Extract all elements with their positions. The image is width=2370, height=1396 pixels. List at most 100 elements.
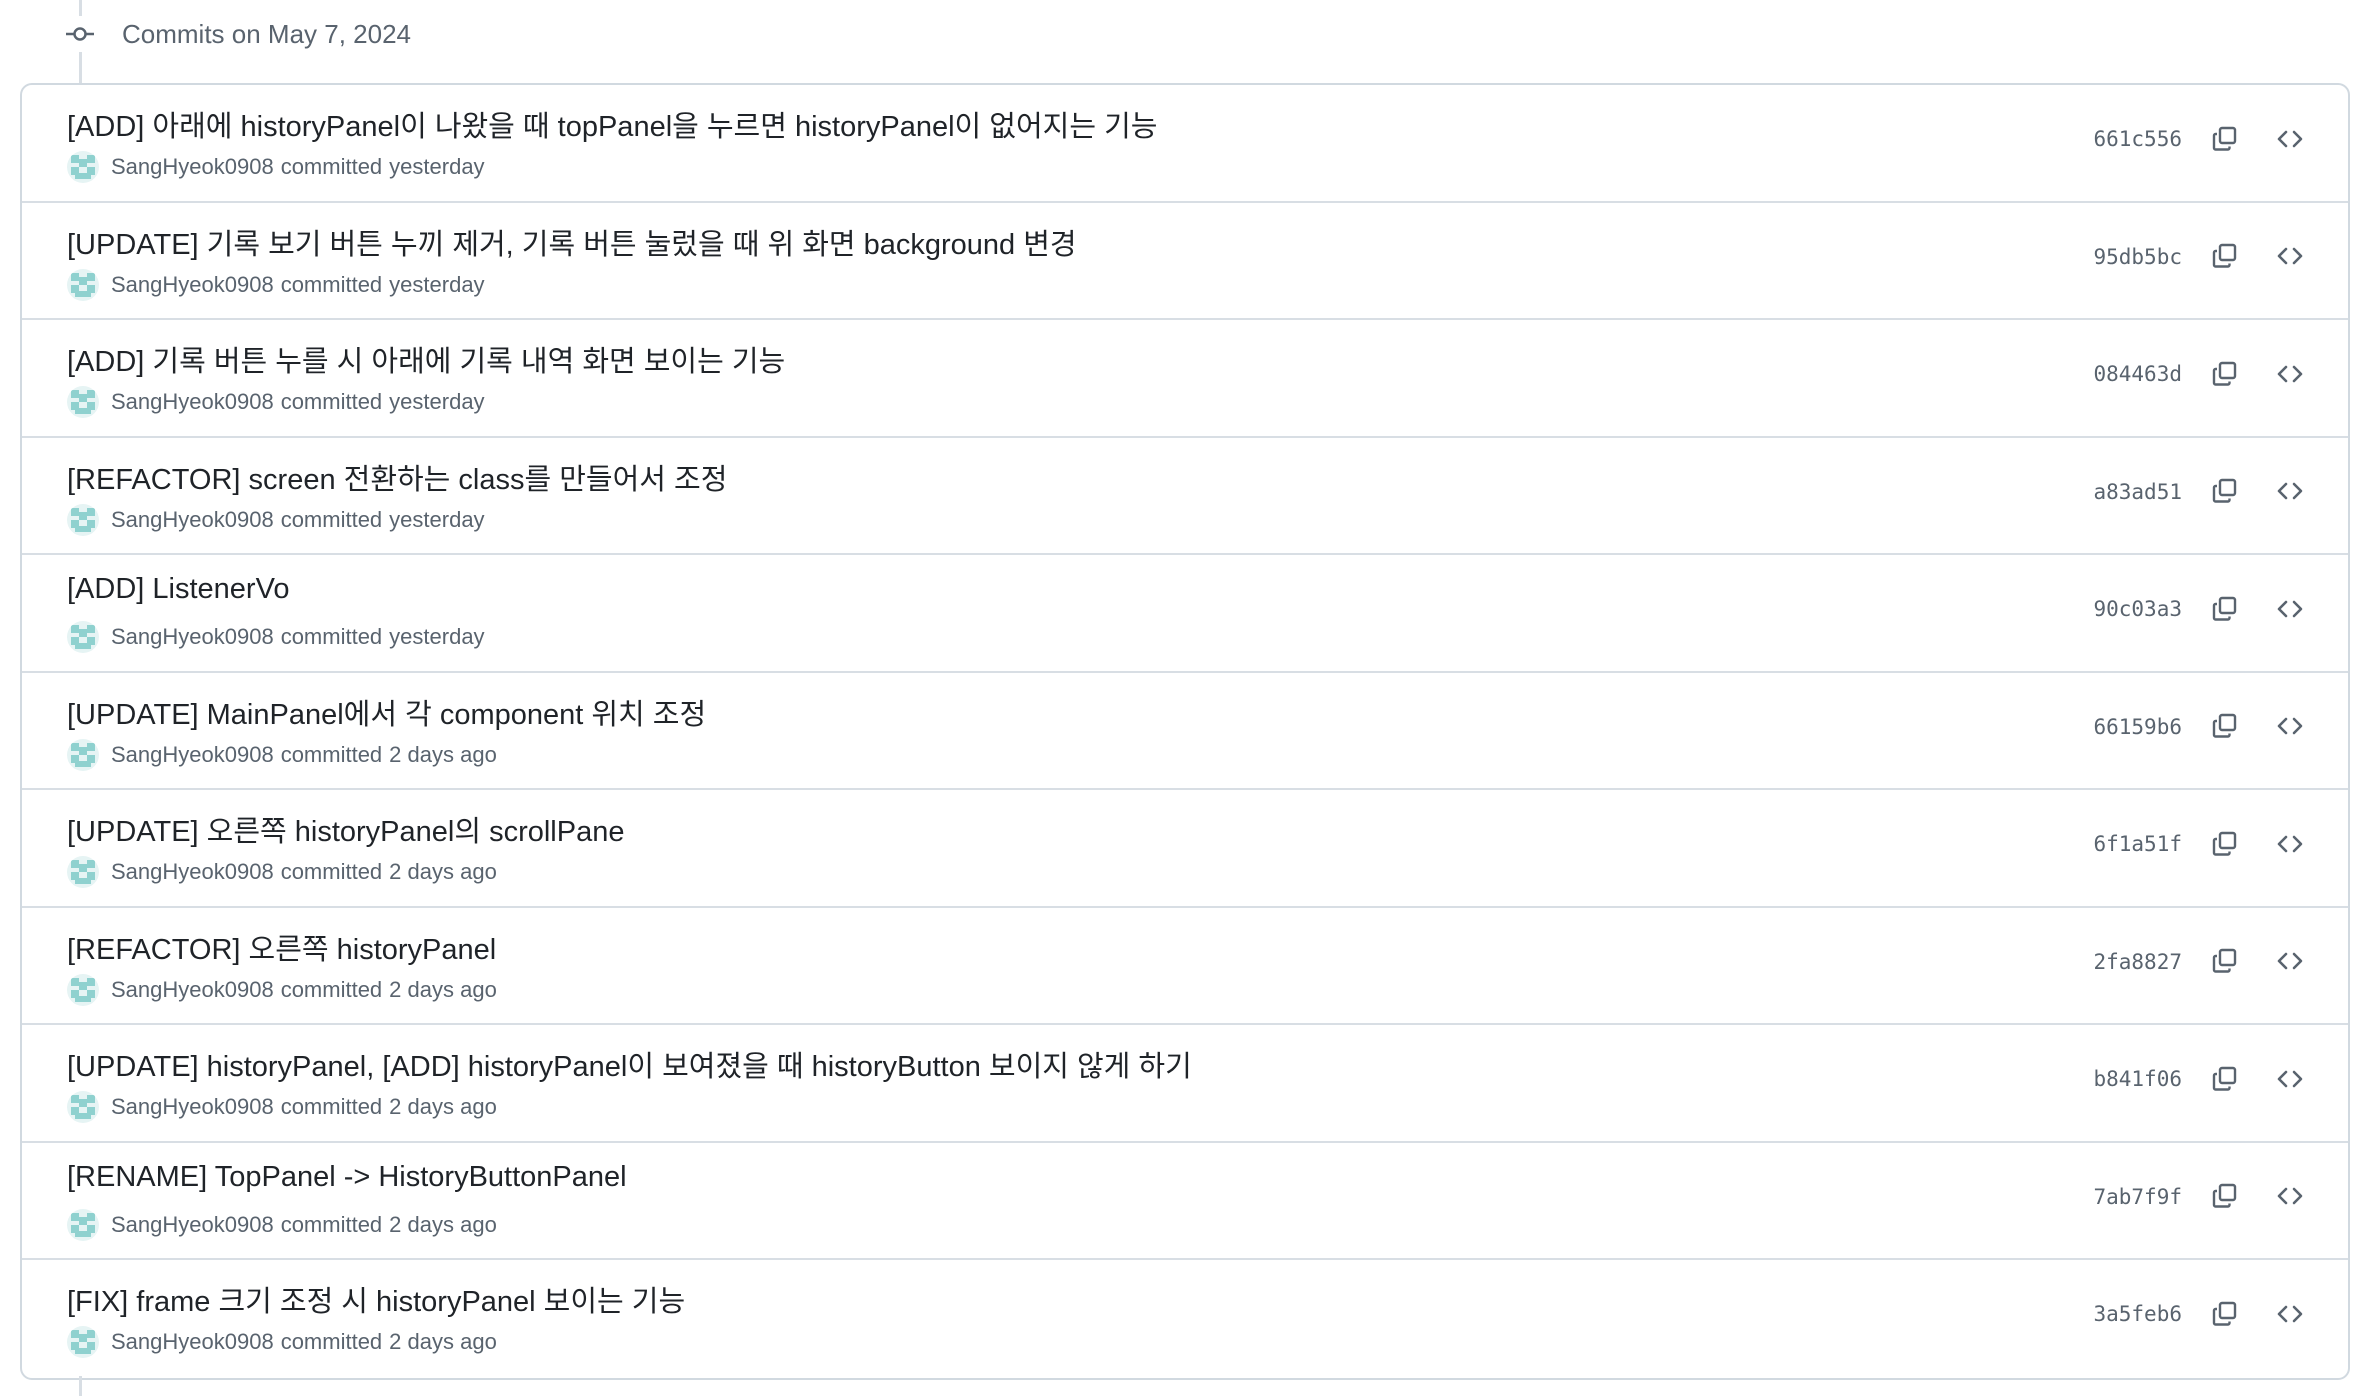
avatar[interactable] [67,268,99,301]
commit-sha-link[interactable]: 3a5feb6 [2093,1302,2182,1326]
commit-sha-link[interactable]: 90c03a3 [2093,597,2182,621]
commit-meta: SangHyeok0908 committed 2 days ago [67,1091,497,1123]
browse-repository-button[interactable] [2272,711,2308,747]
commit-sha-link[interactable]: a83ad51 [2093,480,2182,504]
commit-action-text: committed [280,741,383,767]
commit-meta: SangHyeok0908 committed yesterday [67,621,485,653]
author-link[interactable]: SangHyeok0908 [111,1329,274,1355]
copy-icon [2210,946,2240,981]
commit-title-link[interactable]: [REFACTOR] screen 전환하는 class를 만들어서 조정 [67,456,727,498]
avatar[interactable] [67,386,99,418]
commit-title-link[interactable]: [ADD] 기록 버튼 누를 시 아래에 기록 내역 화면 보이는 기능 [67,338,785,380]
commit-title-link[interactable]: [ADD] 아래에 historyPanel이 나왔을 때 topPanel을 … [67,103,1157,145]
commit-sha-link[interactable]: 66159b6 [2093,715,2182,739]
commit-sha-link[interactable]: 95db5bc [2093,245,2182,269]
commit-sha-link[interactable]: b841f06 [2093,1067,2182,1091]
author-link[interactable]: SangHyeok0908 [111,977,274,1003]
commit-sha-link[interactable]: 661c556 [2093,127,2182,151]
avatar[interactable] [67,856,99,888]
copy-sha-button[interactable] [2207,593,2243,629]
commit-action-text: committed [280,976,383,1002]
avatar[interactable] [67,1091,99,1123]
copy-sha-button[interactable] [2207,358,2243,394]
timeline-line [79,1376,82,1396]
copy-sha-button[interactable] [2207,241,2243,277]
author-link[interactable]: SangHyeok0908 [111,154,274,180]
copy-icon [2210,476,2240,511]
commit-title-link[interactable]: [UPDATE] 기록 보기 버튼 누끼 제거, 기록 버튼 눌렀을 때 위 화… [67,221,1077,263]
author-link[interactable]: SangHyeok0908 [111,272,274,298]
copy-icon [2210,594,2240,629]
commit-action-text: committed [280,1329,383,1354]
browse-repository-button[interactable] [2272,946,2308,982]
browse-repository-button[interactable] [2272,241,2308,277]
avatar[interactable] [67,1326,99,1358]
avatar[interactable] [67,973,99,1006]
commit-time: 2 days ago [389,859,497,884]
commits-page: Commits on May 7, 2024 [ADD] 아래에 history… [0,0,2370,1396]
avatar[interactable] [67,738,99,771]
commit-list: [ADD] 아래에 historyPanel이 나왔을 때 topPanel을 … [20,83,2350,1380]
commit-title-link[interactable]: [RENAME] TopPanel -> HistoryButtonPanel [67,1161,627,1194]
commit-time: yesterday [389,624,485,649]
copy-icon [2210,1064,2240,1099]
browse-repository-button[interactable] [2272,476,2308,512]
commit-row: [UPDATE] historyPanel, [ADD] historyPane… [22,1025,2348,1143]
avatar[interactable] [67,1208,99,1241]
commit-action-text: committed [280,271,383,297]
copy-sha-button[interactable] [2207,1298,2243,1334]
commit-action-text: committed [280,506,383,532]
avatar[interactable] [67,621,99,653]
commit-row: [FIX] frame 크기 조정 시 historyPanel 보이는 기능 … [22,1260,2348,1378]
commit-meta: SangHyeok0908 committed yesterday [67,268,485,301]
browse-repository-button[interactable] [2272,1298,2308,1334]
copy-icon [2210,829,2240,864]
avatar[interactable] [67,151,99,183]
copy-sha-button[interactable] [2207,1063,2243,1099]
browse-repository-button[interactable] [2272,123,2308,159]
browse-repository-button[interactable] [2272,593,2308,629]
commit-sha-link[interactable]: 6f1a51f [2093,832,2182,856]
commit-title-link[interactable]: [REFACTOR] 오른쪽 historyPanel [67,926,496,968]
avatar[interactable] [67,503,99,536]
commit-sha-link[interactable]: 7ab7f9f [2093,1185,2182,1209]
commit-time: yesterday [389,389,485,414]
commit-meta: SangHyeok0908 committed 2 days ago [67,1326,497,1358]
commit-meta: SangHyeok0908 committed yesterday [67,151,485,183]
code-icon [2275,1181,2305,1216]
author-link[interactable]: SangHyeok0908 [111,624,274,650]
commit-meta: SangHyeok0908 committed yesterday [67,503,485,536]
code-icon [2275,359,2305,394]
commit-sha-link[interactable]: 2fa8827 [2093,950,2182,974]
copy-sha-button[interactable] [2207,711,2243,747]
browse-repository-button[interactable] [2272,1063,2308,1099]
commit-title-link[interactable]: [ADD] ListenerVo [67,573,289,606]
commit-time: 2 days ago [389,1094,497,1119]
copy-sha-button[interactable] [2207,476,2243,512]
browse-repository-button[interactable] [2272,828,2308,864]
commit-title-link[interactable]: [UPDATE] MainPanel에서 각 component 위치 조정 [67,691,706,733]
commit-time: yesterday [389,506,485,532]
copy-sha-button[interactable] [2207,1181,2243,1217]
author-link[interactable]: SangHyeok0908 [111,859,274,885]
commit-sha-link[interactable]: 084463d [2093,362,2182,386]
commit-title-link[interactable]: [FIX] frame 크기 조정 시 historyPanel 보이는 기능 [67,1278,685,1320]
commit-meta: SangHyeok0908 committed 2 days ago [67,738,497,771]
code-icon [2275,946,2305,981]
author-link[interactable]: SangHyeok0908 [111,1212,274,1238]
author-link[interactable]: SangHyeok0908 [111,742,274,768]
copy-sha-button[interactable] [2207,828,2243,864]
author-link[interactable]: SangHyeok0908 [111,389,274,415]
commit-action-text: committed [280,1211,383,1237]
commit-title-link[interactable]: [UPDATE] historyPanel, [ADD] historyPane… [67,1043,1192,1085]
copy-sha-button[interactable] [2207,123,2243,159]
copy-sha-button[interactable] [2207,946,2243,982]
commit-action-text: committed [280,154,383,179]
commit-row: [REFACTOR] screen 전환하는 class를 만들어서 조정 Sa… [22,438,2348,555]
author-link[interactable]: SangHyeok0908 [111,507,274,533]
browse-repository-button[interactable] [2272,358,2308,394]
copy-icon [2210,1299,2240,1334]
browse-repository-button[interactable] [2272,1181,2308,1217]
commit-title-link[interactable]: [UPDATE] 오른쪽 historyPanel의 scrollPane [67,808,624,850]
author-link[interactable]: SangHyeok0908 [111,1094,274,1120]
